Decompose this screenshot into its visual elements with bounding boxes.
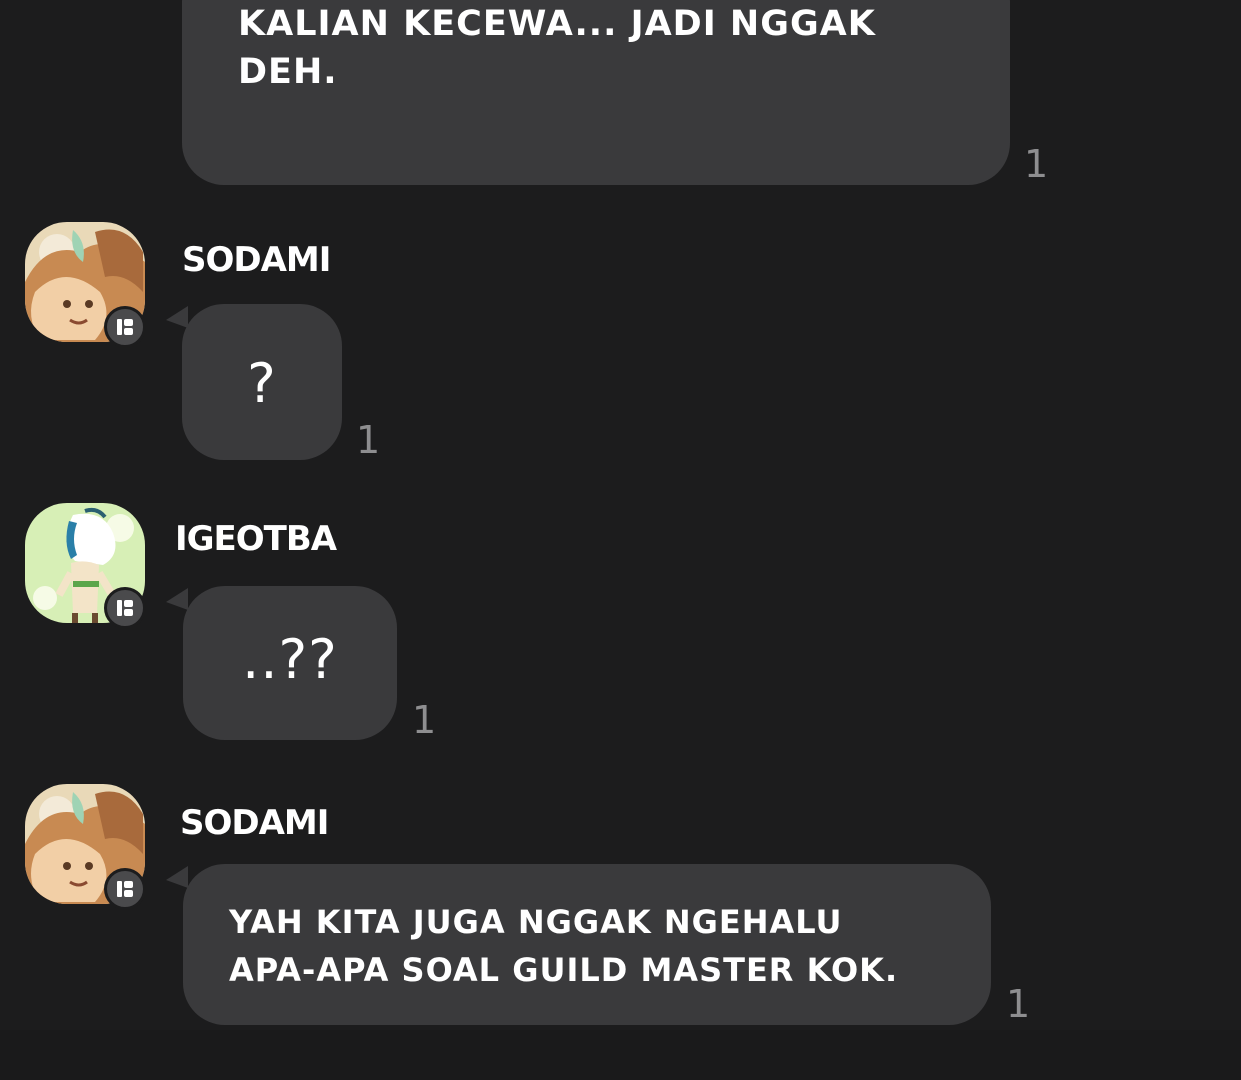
bubble-tail (166, 588, 188, 610)
message-text: YAH KITA JUGA NGGAK NGEHALU APA-APA SOAL… (229, 903, 899, 989)
app-badge-icon (104, 306, 146, 348)
message-text: ..?? (242, 628, 338, 691)
bubble-tail (166, 306, 188, 328)
read-count: 1 (1006, 982, 1031, 1026)
sender-name: SODAMI (180, 803, 329, 843)
app-badge-icon (104, 868, 146, 910)
sender-name: IGEOTBA (175, 519, 337, 559)
message-bubble[interactable]: ? (182, 304, 342, 460)
read-count: 1 (356, 418, 381, 462)
read-count: 1 (1024, 142, 1049, 186)
message-text: ? (247, 352, 277, 415)
sender-name: SODAMI (182, 240, 331, 280)
message-bubble[interactable]: KALAU AKU DATENG, TAKUTNYA KALIAN KECEWA… (182, 0, 1010, 185)
bubble-tail (166, 866, 188, 888)
read-count: 1 (412, 698, 437, 742)
chat-room: KALAU AKU DATENG, TAKUTNYA KALIAN KECEWA… (0, 0, 1241, 1080)
app-badge-icon (104, 587, 146, 629)
message-bubble[interactable]: ..?? (183, 586, 397, 740)
bottom-bar (0, 1030, 1241, 1080)
message-text: KALAU AKU DATENG, TAKUTNYA KALIAN KECEWA… (238, 4, 876, 92)
message-bubble[interactable]: YAH KITA JUGA NGGAK NGEHALU APA-APA SOAL… (183, 864, 991, 1025)
